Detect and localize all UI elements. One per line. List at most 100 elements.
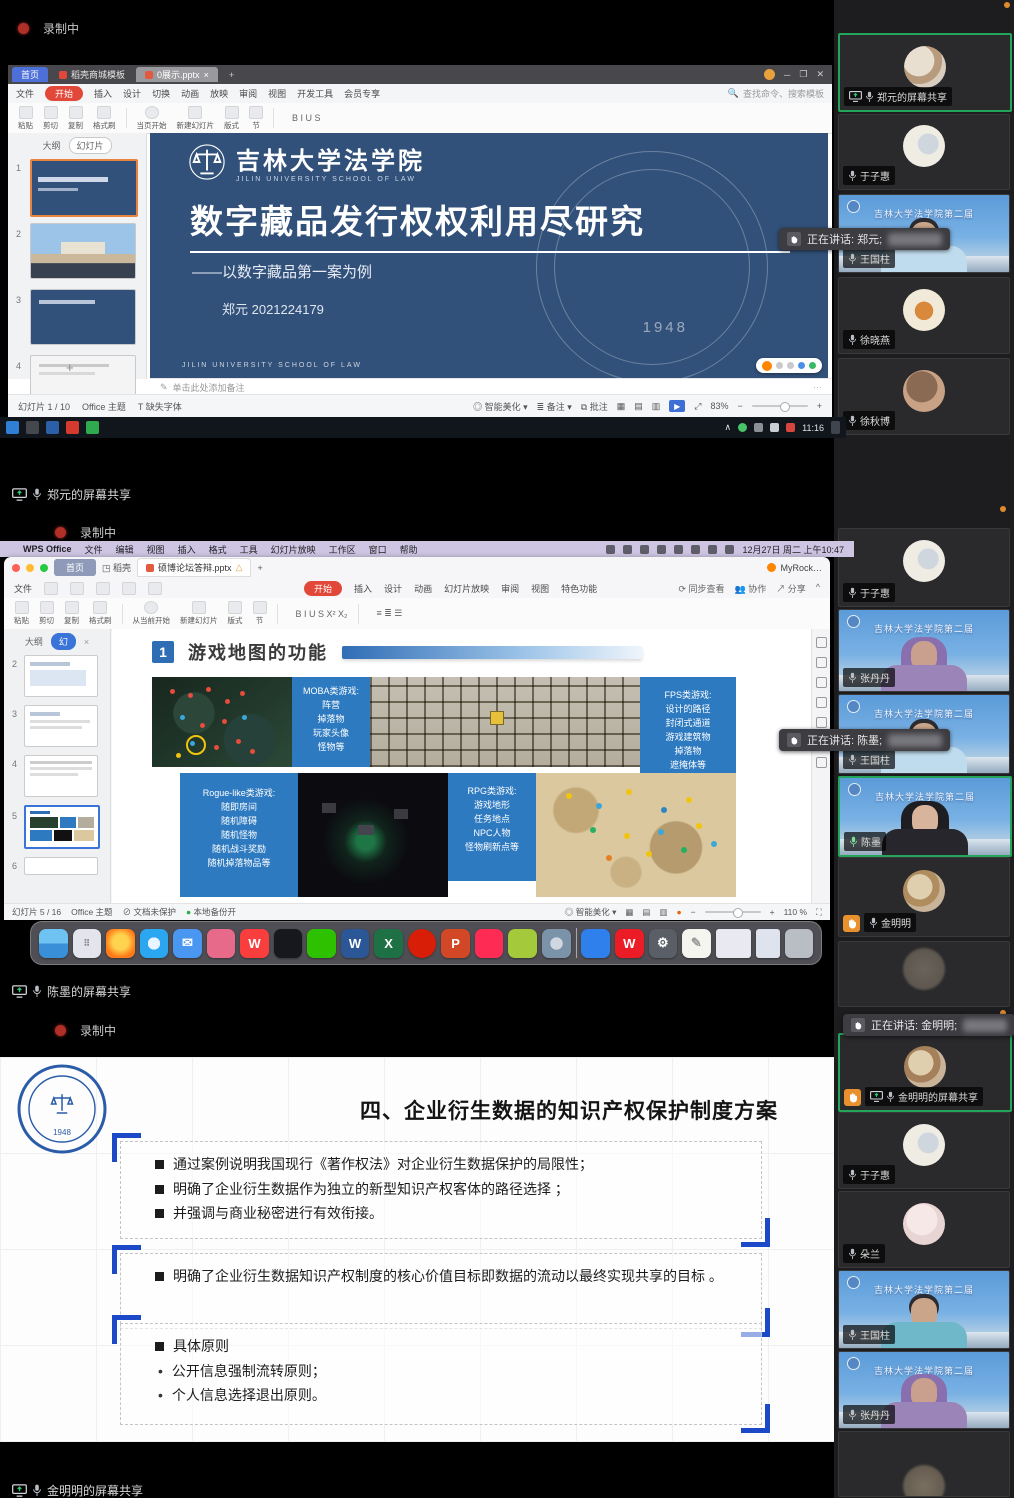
participant-tile-zhengyuan-share[interactable]: 郑元的屏幕共享 — [838, 33, 1012, 112]
status-icon[interactable] — [623, 545, 632, 554]
close-button[interactable] — [12, 564, 20, 572]
ribbon-tab-transition[interactable]: 切换 — [152, 87, 170, 100]
menu-help[interactable]: 帮助 — [400, 543, 418, 556]
rail-icon[interactable] — [816, 657, 827, 668]
ribbon-tab-member[interactable]: 会员专享 — [344, 87, 380, 100]
new-slide-button[interactable]: 新建幻灯片 — [180, 601, 218, 626]
view-reading-icon[interactable]: ▥ — [652, 401, 661, 412]
app-menu-title[interactable]: WPS Office — [23, 544, 72, 554]
dock-qq-icon[interactable] — [274, 929, 303, 958]
battery-icon[interactable] — [674, 545, 683, 554]
participant-tile[interactable]: 徐晓燕 — [838, 277, 1010, 354]
participant-tile-video-speaking[interactable]: 吉林大学法学院第二届 陈墨 — [838, 776, 1012, 857]
menu-window[interactable]: 窗口 — [369, 543, 387, 556]
view-sorter-icon[interactable]: ▤ — [634, 401, 643, 412]
participant-tile-video[interactable]: 吉林大学法学院第二届 王国柱 — [838, 1270, 1010, 1349]
undo-icon[interactable] — [122, 582, 136, 595]
control-center-icon[interactable] — [725, 545, 734, 554]
participant-tile[interactable]: 金明明 — [838, 857, 1010, 937]
ribbon-tab-view[interactable]: 视图 — [268, 87, 286, 100]
menu-file[interactable]: 文件 — [85, 543, 103, 556]
ribbon-tab-slideshow[interactable]: 放映 — [210, 87, 228, 100]
participant-tile-partial[interactable] — [838, 941, 1010, 1007]
ribbon-tab-animation[interactable]: 动画 — [414, 582, 432, 595]
ribbon-tab-special[interactable]: 特色功能 — [561, 582, 597, 595]
minimize-button[interactable] — [26, 564, 34, 572]
sync-view-button[interactable]: ⟳ 同步查看 — [678, 582, 724, 595]
dock-notes-icon[interactable]: ✎ — [682, 929, 711, 958]
user-avatar-icon[interactable] — [764, 69, 775, 80]
share-button[interactable]: ↗ 分享 — [776, 582, 806, 595]
paste-button[interactable]: 粘贴 — [18, 106, 33, 131]
record-status-icon[interactable]: ● — [676, 907, 681, 917]
slide-thumbnail-2[interactable] — [24, 655, 98, 697]
dock-netease-music-icon[interactable] — [408, 929, 437, 958]
slide-thumbnail-4[interactable] — [24, 755, 98, 797]
outline-tab[interactable]: 大纲 — [42, 139, 60, 152]
cut-button[interactable]: 剪切 — [43, 106, 58, 131]
layout-button[interactable]: 版式 — [228, 601, 243, 626]
tab-docer-store[interactable]: 稻壳商城模板 — [50, 67, 134, 82]
menu-bar-clock[interactable]: 12月27日 周二 上午10:47 — [742, 543, 844, 556]
participant-tile[interactable]: 于子惠 — [838, 528, 1010, 607]
open-icon[interactable] — [44, 582, 58, 595]
zoom-in-button[interactable]: + — [770, 907, 775, 917]
slideshow-play-button[interactable]: ▶ — [669, 400, 685, 412]
play-from-page-button[interactable]: 当页开始 — [137, 106, 167, 131]
new-tab-button[interactable]: + — [220, 67, 243, 82]
redo-icon[interactable] — [148, 582, 162, 595]
ribbon-search[interactable]: 🔍查找命令、搜索模板 — [728, 87, 824, 100]
print-icon[interactable] — [96, 582, 110, 595]
ribbon-tab-review[interactable]: 审阅 — [501, 582, 519, 595]
menu-edit[interactable]: 编辑 — [116, 543, 134, 556]
menu-view[interactable]: 视图 — [147, 543, 165, 556]
ribbon-tab-start[interactable]: 开始 — [45, 86, 83, 101]
dock-pink-app-icon[interactable] — [475, 929, 504, 958]
rail-icon[interactable] — [816, 677, 827, 688]
dock-wps-red-icon[interactable]: W — [615, 929, 644, 958]
tab-docer-store[interactable]: ◳ 稻壳 — [102, 561, 131, 574]
ribbon-tab-animation[interactable]: 动画 — [181, 87, 199, 100]
zoom-slider[interactable] — [705, 911, 761, 913]
zoom-out-button[interactable]: − — [691, 907, 696, 917]
view-reading-icon[interactable]: ▥ — [659, 907, 667, 918]
taskbar-clock[interactable]: 11:16 — [802, 423, 824, 433]
rail-icon[interactable] — [816, 717, 827, 728]
zoom-level[interactable]: 110 % — [784, 907, 807, 917]
close-tab-icon[interactable]: × — [204, 70, 209, 80]
zoom-slider[interactable] — [752, 405, 808, 407]
menu-file[interactable]: 文件 — [14, 582, 32, 595]
dock-firefox-icon[interactable] — [106, 929, 135, 958]
slide-thumbnail-4[interactable] — [30, 355, 136, 395]
play-from-current-button[interactable]: 从当前开始 — [133, 601, 171, 626]
zoom-button[interactable] — [40, 564, 48, 572]
menu-format[interactable]: 格式 — [209, 543, 227, 556]
dock-photos-icon[interactable] — [207, 929, 236, 958]
copy-button[interactable]: 复制 — [68, 106, 83, 131]
slide-thumbnail-2[interactable] — [30, 223, 136, 279]
ribbon-tab-design[interactable]: 设计 — [384, 582, 402, 595]
dock-trash-icon[interactable] — [785, 929, 814, 958]
slide-thumbnail-1[interactable] — [30, 159, 138, 217]
comments-toggle-button[interactable]: ⧉ 批注 — [581, 400, 608, 413]
collaborate-button[interactable]: 👥 协作 — [735, 582, 767, 595]
zoom-level[interactable]: 83% — [710, 401, 728, 411]
dock-video-app-icon[interactable] — [508, 929, 537, 958]
paste-button[interactable]: 粘贴 — [14, 601, 29, 626]
dock-excel-icon[interactable]: X — [374, 929, 403, 958]
dock-settings-icon[interactable]: ⚙ — [649, 929, 678, 958]
participant-tile-video[interactable]: 吉林大学法学院第二届 张丹丹 — [838, 1351, 1010, 1429]
view-sorter-icon[interactable]: ▤ — [642, 907, 650, 918]
notes-more-button[interactable]: ⋯ — [813, 382, 822, 393]
tray-expand-icon[interactable]: ∧ — [725, 422, 732, 433]
close-panel-icon[interactable]: × — [84, 637, 89, 647]
participant-tile-video[interactable]: 吉林大学法学院第二届 张丹丹 — [838, 609, 1010, 692]
dock-earth-browser-icon[interactable] — [542, 929, 571, 958]
ribbon-tab-insert[interactable]: 插入 — [354, 582, 372, 595]
participant-tile-jinmingming-share[interactable]: 金明明的屏幕共享 — [838, 1033, 1012, 1112]
section-button[interactable]: 节 — [253, 601, 267, 626]
tab-document[interactable]: 0展示.pptx× — [136, 67, 218, 82]
dock-powerpoint-icon[interactable]: P — [441, 929, 470, 958]
outline-tab[interactable]: 大纲 — [25, 635, 43, 648]
zoom-out-button[interactable]: − — [737, 401, 742, 411]
